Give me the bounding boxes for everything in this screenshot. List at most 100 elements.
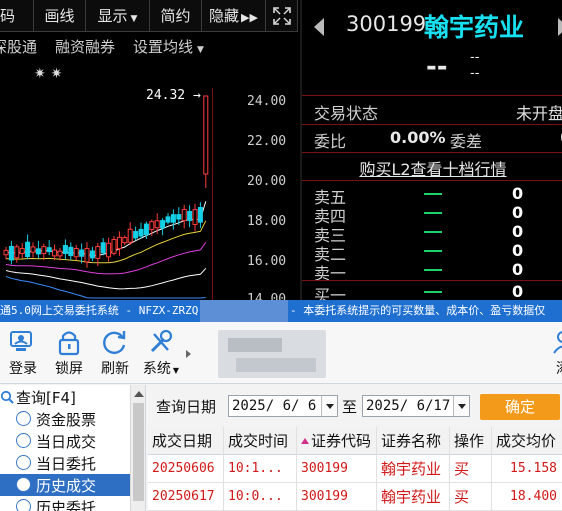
sub-item-ma-settings[interactable]: 设置均线 ▼ [133,36,204,64]
nav-scrollbar[interactable] [130,385,145,511]
user-add-icon [553,331,562,354]
order-volume: 0 [512,184,524,203]
chevron-down-icon: ▼ [130,14,138,24]
col-header[interactable]: 证券名称 [377,427,450,455]
nav-item-funds-stocks[interactable]: 资金股票 [0,408,145,430]
scroll-up-icon[interactable] [134,391,144,397]
candle-body [181,208,187,222]
nav-item-today-orders[interactable]: 当日委托 [0,452,145,474]
next-stock-icon[interactable] [558,18,562,36]
candle-body [154,220,160,229]
candle-body [73,248,79,258]
nav-query-root[interactable]: 查询[F4] [0,386,145,408]
nav-item-today-deals[interactable]: 当日成交 [0,430,145,452]
empty-price-dash [424,269,442,271]
candle-body [122,237,128,244]
login-label: 登录 [9,361,37,377]
scroll-thumb[interactable] [133,403,144,501]
order-book-row: 买一 0 [302,282,562,300]
cell-name: 翰宇药业 [377,455,450,483]
sub-item-margin[interactable]: 融资融券 [55,36,115,64]
kline-chart-panel[interactable]: 码 画线 显示▼ 简约 隐藏▶▶ 深股通 融资融券 设置均线▼ ✷ ✷ 24.3… [0,0,298,300]
candle-body [57,250,63,257]
chart-toolbar-item-draw[interactable]: 画线 [34,0,86,32]
chevron-down-icon[interactable] [453,396,469,416]
candle-body [138,228,144,237]
candle-body [14,246,20,259]
coin-icon [16,411,31,426]
chart-toolbar-item-simple[interactable]: 简约 [150,0,202,32]
candle-body [46,247,52,253]
candle-body [149,221,155,231]
prev-stock-icon[interactable] [314,18,324,36]
nav-item-label: 历史委托 [36,499,97,511]
order-volume: 0 [512,260,524,279]
candle-body [25,241,31,257]
chevron-down-icon[interactable] [321,396,337,416]
empty-price-dash [424,231,442,233]
price-tick: 16.00 [247,254,287,269]
table-row[interactable]: 20250606 10:1... 300199 翰宇药业 买 15.158 [148,455,562,483]
refresh-label: 刷新 [101,361,129,377]
price-change-pct: -- [470,66,480,81]
trade-status-label: 交易状态 [314,104,379,123]
candle-body [89,250,95,259]
cell-action: 买 [450,455,492,483]
col-header[interactable]: 操作 [450,427,492,455]
col-header[interactable]: 成交日期 [148,427,224,455]
chart-toolbar-item-hide[interactable]: 隐藏 ▶▶ [202,0,266,32]
nav-query-root-label: 查询[F4] [16,389,76,407]
fullscreen-icon[interactable] [266,0,298,32]
candle-body [106,242,112,258]
ma-settings-label: 设置均线 [133,38,194,56]
col-header-sorted[interactable]: 证券代码 [297,427,377,455]
star-icon: ✷ ✷ [34,66,63,82]
cell-name: 翰宇药业 [377,483,450,511]
col-header[interactable]: 成交时间 [224,427,297,455]
candle-body [160,220,166,229]
end-date-picker[interactable]: 2025/ 6/17 [362,395,470,417]
toolbar-expand-icon[interactable] [185,328,193,376]
display-label: 显示 [97,7,128,25]
chart-toolbar-item-display[interactable]: 显示 ▼ [86,0,150,32]
candle-body [170,214,176,223]
weibi-label: 委比 [314,132,347,151]
confirm-button[interactable]: 确定 [480,394,560,420]
trade-window-titlebar[interactable]: 通5.0网上交易委托系统 - NFZX-ZRZQ-5 - 本委托系统提示的可买数… [0,300,562,322]
candle-body [111,239,117,254]
peak-price-value: 24.32 [146,88,186,103]
login-button[interactable]: 登录 [0,326,46,382]
chart-toolbar-item-code[interactable]: 码 [0,0,34,32]
order-volume: 0 [512,282,524,300]
order-level-label: 买一 [314,286,347,300]
history-order-icon [16,499,31,511]
candle-body [100,242,106,254]
redacted-area [218,330,326,378]
trade-toolbar: 登录 锁屏 刷新 系统 ▼ [0,322,562,384]
empty-price-dash [424,193,442,195]
l2-purchase-link[interactable]: 购买L2查看十档行情 [302,156,562,180]
stock-code: 300199 [346,12,427,36]
table-row[interactable]: 20250617 10:0... 300199 翰宇药业 买 18.400 [148,483,562,511]
candle-body [30,246,36,253]
cell-date: 20250617 [148,483,224,511]
refresh-button[interactable]: 刷新 [92,326,138,382]
sub-item-shenguotong[interactable]: 深股通 [0,36,37,64]
order-volume: 0 [512,203,524,222]
col-header[interactable]: 成交均价 [492,427,562,455]
divider [302,180,562,181]
query-nav-tree: 查询[F4] 资金股票 当日成交 当日委托 历史成交 历史委托 [0,385,146,511]
empty-price-dash [424,291,442,293]
nav-item-label: 资金股票 [36,411,97,429]
login-icon [10,331,32,351]
window-notice: - 本委托系统提示的可买数量、成本价、盈亏数据仅 [290,304,546,317]
start-date-picker[interactable]: 2025/ 6/ 6 [228,395,338,417]
double-arrow-right-icon: ▶▶ [241,11,258,24]
add-button[interactable]: 添 [540,326,562,382]
trade-status-value: 未开盘 [516,104,562,123]
nav-item-history-deals[interactable]: 历史成交 [0,474,130,496]
order-volume: 0 [512,222,524,241]
nav-item-history-orders[interactable]: 历史委托 [0,496,145,511]
system-button[interactable]: 系统 ▼ [138,326,184,382]
lock-button[interactable]: 锁屏 [46,326,92,382]
